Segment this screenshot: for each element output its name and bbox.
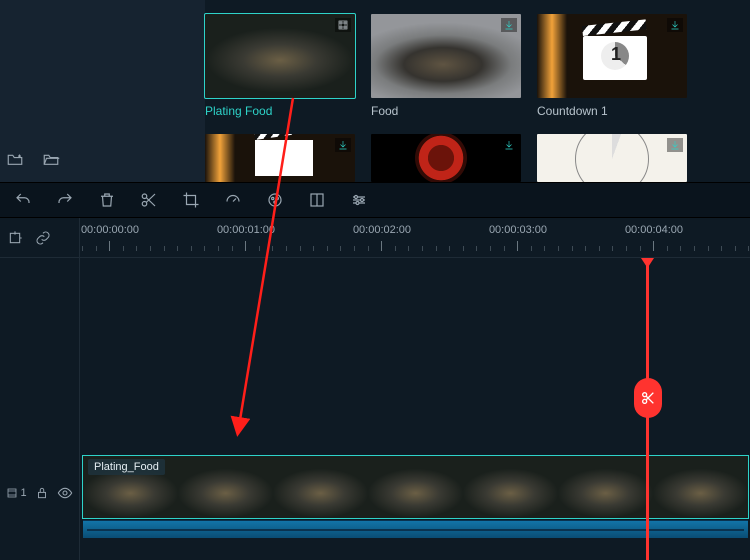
- clip-thumbnail[interactable]: [371, 134, 521, 182]
- clip-card[interactable]: 1 Countdown 1: [537, 14, 687, 118]
- track-header[interactable]: 1: [0, 456, 79, 530]
- folder-add-icon[interactable]: [6, 150, 24, 168]
- download-icon[interactable]: [667, 18, 683, 32]
- clip-name-label: Plating_Food: [88, 459, 165, 475]
- clip-thumbnail[interactable]: [205, 14, 355, 98]
- link-icon[interactable]: [34, 229, 52, 247]
- ruler-label: 00:00:00:00: [81, 224, 139, 236]
- clip-thumbnail[interactable]: [205, 134, 355, 182]
- download-icon[interactable]: [501, 138, 517, 152]
- scissors-icon[interactable]: [140, 191, 158, 209]
- crop-icon[interactable]: [182, 191, 200, 209]
- download-icon[interactable]: [667, 138, 683, 152]
- track-number: 1: [20, 487, 26, 499]
- undo-icon[interactable]: [14, 191, 32, 209]
- ruler-label: 00:00:02:00: [353, 224, 411, 236]
- lock-icon[interactable]: [35, 486, 49, 500]
- clip-label: Food: [371, 104, 521, 118]
- clip-thumbnail[interactable]: 1: [537, 14, 687, 98]
- color-icon[interactable]: [266, 191, 284, 209]
- clip-thumbnail[interactable]: [371, 14, 521, 98]
- clip-card[interactable]: [371, 134, 521, 182]
- clip-card[interactable]: [205, 134, 355, 182]
- download-icon[interactable]: [501, 18, 517, 32]
- timeline-header-controls: [0, 218, 80, 257]
- redo-icon[interactable]: [56, 191, 74, 209]
- clip-card[interactable]: Food: [371, 14, 521, 118]
- film-icon: [335, 18, 351, 32]
- clip-card[interactable]: 2: [537, 134, 687, 182]
- ruler-label: 00:00:04:00: [625, 224, 683, 236]
- ruler-label: 00:00:01:00: [217, 224, 275, 236]
- clip-label: Plating Food: [205, 104, 355, 118]
- ruler-label: 00:00:03:00: [489, 224, 547, 236]
- delete-icon[interactable]: [98, 191, 116, 209]
- timeline-panel: 00:00:00:00 00:00:01:00 00:00:02:00 00:0…: [0, 218, 750, 560]
- library-sidebar: [0, 0, 205, 182]
- settings-icon[interactable]: [350, 191, 368, 209]
- countdown-number: 1: [611, 44, 621, 65]
- eye-icon[interactable]: [57, 485, 73, 501]
- green-screen-icon[interactable]: [308, 191, 326, 209]
- countdown-number: 2: [593, 138, 610, 172]
- speed-icon[interactable]: [224, 191, 242, 209]
- cut-button[interactable]: [634, 378, 662, 418]
- library-clip-grid: Plating Food Food 1 Countdown 1: [205, 0, 750, 182]
- download-icon[interactable]: [335, 138, 351, 152]
- folder-open-icon[interactable]: [42, 150, 60, 168]
- clip-card[interactable]: Plating Food: [205, 14, 355, 118]
- time-ruler[interactable]: 00:00:00:00 00:00:01:00 00:00:02:00 00:0…: [80, 218, 750, 257]
- marker-icon[interactable]: [6, 229, 24, 247]
- track-headers: 1: [0, 258, 80, 560]
- timeline-toolbar: [0, 182, 750, 218]
- clip-label: Countdown 1: [537, 104, 687, 118]
- clip-thumbnail[interactable]: 2: [537, 134, 687, 182]
- timeline-header: 00:00:00:00 00:00:01:00 00:00:02:00 00:0…: [0, 218, 750, 258]
- media-library-panel: Plating Food Food 1 Countdown 1: [0, 0, 750, 182]
- tracks-area: 1 Plating_Food: [0, 258, 750, 560]
